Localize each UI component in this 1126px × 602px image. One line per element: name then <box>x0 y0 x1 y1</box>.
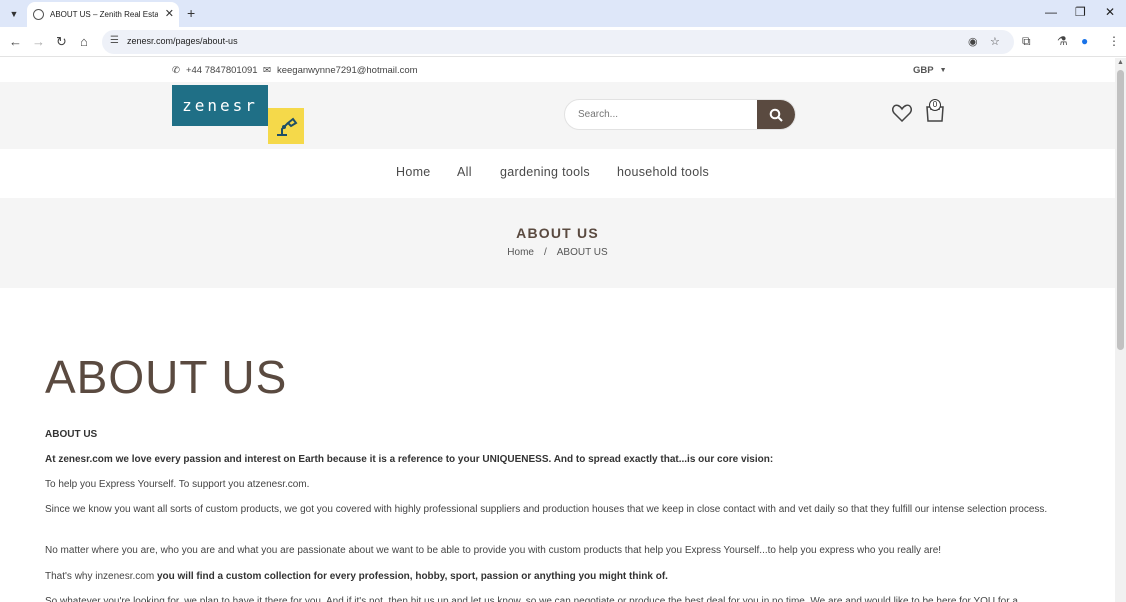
nav-gardening-tools[interactable]: gardening tools <box>500 165 590 179</box>
nav-household-tools[interactable]: household tools <box>617 165 709 179</box>
tab-title: ABOUT US – Zenith Real Estate <box>50 10 158 19</box>
scroll-up-arrow-icon[interactable]: ▲ <box>1117 59 1124 66</box>
site-topbar: ✆ +44 7847801091 ✉ keeganwynne7291@hotma… <box>0 58 1115 82</box>
extensions-icon[interactable]: ⧉ <box>1022 34 1031 49</box>
content-paragraph-5: That's why inzenesr.com you will find a … <box>45 569 1055 585</box>
phone-contact[interactable]: ✆ +44 7847801091 <box>172 65 258 76</box>
tab-search-chevron-icon[interactable]: ▼ <box>6 6 22 22</box>
window-close-icon[interactable]: ✕ <box>1105 5 1115 19</box>
page-title: ABOUT US <box>45 351 288 403</box>
browser-tabbar: ▼ ABOUT US – Zenith Real Estate ✕ + — ❐ … <box>0 0 1126 27</box>
minimize-icon[interactable]: — <box>1045 5 1057 19</box>
phone-icon: ✆ <box>172 65 180 76</box>
content-subheading: ABOUT US <box>45 429 98 440</box>
restore-icon[interactable]: ❐ <box>1075 5 1086 19</box>
content-paragraph-5-normal: That's why inzenesr.com <box>45 571 157 582</box>
wishlist-heart-icon[interactable] <box>892 104 912 127</box>
page-banner: ABOUT US Home / ABOUT US <box>0 198 1115 288</box>
scrollbar-thumb[interactable] <box>1117 70 1124 350</box>
content-paragraph-1: At zenesr.com we love every passion and … <box>45 454 774 465</box>
site-header: zenesr 0 <box>0 82 1115 149</box>
phone-number: +44 7847801091 <box>185 65 258 76</box>
currency-label: GBP <box>913 65 934 76</box>
content-paragraph-5-bold: you will find a custom collection for ev… <box>156 571 668 582</box>
more-menu-icon[interactable]: ⋮ <box>1108 34 1120 48</box>
breadcrumb-current: ABOUT US <box>556 247 608 258</box>
site-favicon-icon <box>33 9 44 20</box>
logo-lamp-icon <box>268 108 304 144</box>
close-tab-icon[interactable]: ✕ <box>165 7 174 20</box>
site-info-icon[interactable]: ☰ <box>110 35 119 46</box>
reload-icon[interactable]: ↻ <box>56 34 67 50</box>
chevron-down-icon: ▼ <box>939 67 947 74</box>
home-icon[interactable]: ⌂ <box>80 34 88 49</box>
logo-wordmark: zenesr <box>172 85 268 126</box>
forward-icon[interactable]: → <box>32 34 45 49</box>
currency-selector[interactable]: GBP ▼ <box>913 65 947 76</box>
url-text[interactable]: zenesr.com/pages/about-us <box>127 36 238 46</box>
browser-toolbar: ← → ↻ ⌂ ☰ zenesr.com/pages/about-us ◉ ☆ … <box>0 27 1126 57</box>
cart-count-badge: 0 <box>929 99 941 111</box>
banner-title: ABOUT US <box>516 225 599 241</box>
address-bar[interactable]: ☰ zenesr.com/pages/about-us ◉ ☆ <box>102 30 1014 54</box>
nav-all[interactable]: All <box>457 165 472 179</box>
profile-avatar-icon[interactable]: ● <box>1081 34 1088 48</box>
breadcrumb-home[interactable]: Home <box>507 247 534 258</box>
eye-off-icon[interactable]: ◉ <box>968 35 978 48</box>
browser-tab[interactable]: ABOUT US – Zenith Real Estate ✕ <box>27 2 179 27</box>
content-paragraph-4: No matter where you are, who you are and… <box>45 545 942 556</box>
envelope-icon: ✉ <box>263 65 271 76</box>
content-paragraph-3: Since we know you want all sorts of cust… <box>45 504 1048 515</box>
email-address: keeganwynne7291@hotmail.com <box>276 65 418 76</box>
search-box <box>564 99 796 130</box>
new-tab-button[interactable]: + <box>187 5 195 21</box>
nav-home[interactable]: Home <box>396 165 431 179</box>
search-button[interactable] <box>757 100 795 129</box>
page-scrollbar[interactable]: ▲ <box>1115 58 1126 602</box>
breadcrumb-separator: / <box>543 247 547 258</box>
bookmark-star-icon[interactable]: ☆ <box>990 35 1000 48</box>
main-navigation: Home All gardening tools household tools <box>0 149 1115 198</box>
search-icon <box>769 108 783 122</box>
labs-flask-icon[interactable]: ⚗ <box>1057 34 1068 48</box>
search-input[interactable] <box>565 100 759 129</box>
breadcrumb: Home / ABOUT US <box>0 247 1115 258</box>
content-paragraph-6: So whatever you're looking for, we plan … <box>45 596 1018 602</box>
back-icon[interactable]: ← <box>9 34 22 49</box>
site-logo[interactable]: zenesr <box>172 85 304 144</box>
email-contact[interactable]: ✉ keeganwynne7291@hotmail.com <box>263 65 418 76</box>
content-paragraph-2: To help you Express Yourself. To support… <box>45 479 310 490</box>
